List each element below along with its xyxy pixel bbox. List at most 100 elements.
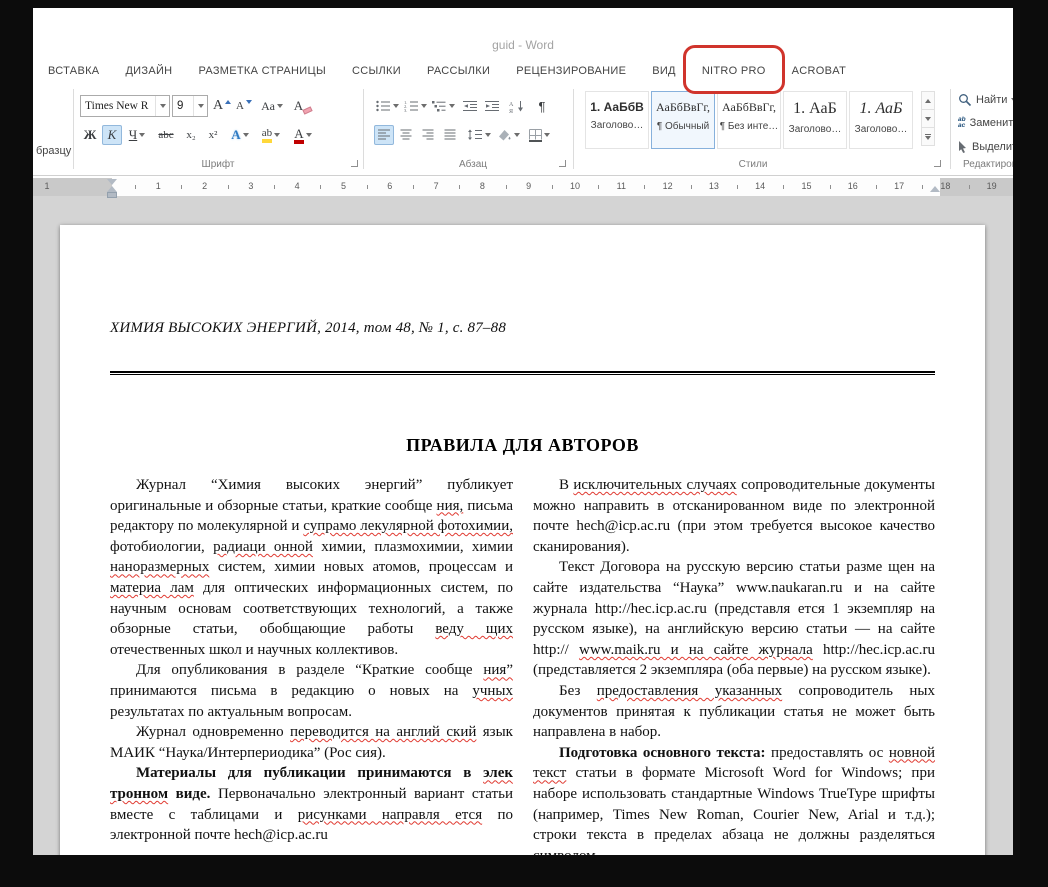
style-card[interactable]: 1. АаБбВ Заголово… (585, 91, 649, 149)
style-card[interactable]: АаБбВвГг, ¶ Без инте… (717, 91, 781, 149)
title-bar[interactable]: guid - Word (33, 8, 1013, 58)
ruler[interactable]: 1 1 2 3 4 5 6 7 8 9 10 11 12 13 14 15 16 17 18 19 (33, 178, 1013, 198)
svg-text:Я: Я (509, 109, 513, 113)
spellcheck-flagged-text: переводится на англий ский (290, 724, 477, 741)
style-card[interactable]: АаБбВвГг, ¶ Обычный (651, 91, 715, 149)
tab-дизайн[interactable]: ДИЗАЙН (112, 58, 185, 85)
first-line-indent-marker[interactable] (107, 179, 117, 185)
pilcrow-glyph: ¶ (538, 98, 546, 114)
style-label: Заголово… (590, 120, 644, 131)
paragraph-marks-button[interactable]: ¶ (532, 96, 552, 116)
align-center-icon (400, 129, 411, 140)
document-title: ПРАВИЛА ДЛЯ АВТОРОВ (406, 435, 639, 455)
style-card[interactable]: 1. АаБ Заголово… (783, 91, 847, 149)
styles-scroll-up-button[interactable] (921, 91, 935, 110)
style-label: ¶ Без инте… (719, 121, 779, 132)
superscript-button[interactable]: x² (203, 125, 223, 145)
ruler-number: 7 (433, 181, 439, 191)
spellcheck-flagged-text: предоставления указанных (596, 682, 783, 699)
cursor-arrow-icon (959, 141, 966, 153)
ruler-number: 11 (616, 181, 626, 191)
styles-scrollbar (921, 91, 935, 146)
grow-font-button[interactable]: А (212, 96, 232, 116)
tab-nitro-pro[interactable]: NITRO PRO (682, 45, 785, 94)
font-size-combo[interactable]: 9 (172, 95, 208, 117)
group-separator (573, 89, 574, 169)
tab-рецензирование[interactable]: РЕЦЕНЗИРОВАНИЕ (503, 58, 639, 85)
line-spacing-button[interactable] (466, 125, 492, 145)
tab-вид[interactable]: ВИД (639, 58, 689, 85)
justify-button[interactable] (440, 125, 460, 145)
font-name-combo[interactable]: Times New R (80, 95, 170, 117)
change-case-button[interactable]: Аа (258, 96, 286, 116)
style-label: Заголово… (854, 124, 908, 135)
group-separator (950, 89, 951, 169)
chevron-down-icon (543, 133, 550, 137)
subscript-button[interactable]: x₂ (181, 125, 201, 145)
shrink-font-button[interactable]: А (234, 96, 254, 116)
bullet-list-button[interactable] (374, 96, 400, 116)
font-color-button[interactable]: А (289, 125, 317, 145)
window-title: guid - Word (492, 38, 554, 52)
multilevel-list-button[interactable] (430, 96, 456, 116)
clear-formatting-button[interactable]: А (290, 96, 316, 116)
text-highlight-button[interactable]: ab (257, 125, 285, 145)
multilevel-list-icon (431, 101, 445, 112)
bold-button[interactable]: Ж (80, 125, 100, 145)
ruler-tick (459, 185, 461, 189)
ruler-tick (598, 185, 600, 189)
align-center-button[interactable] (396, 125, 416, 145)
ribbon: бразцу Times New R 9 А А Аа А Ж К Ч abc … (33, 85, 1013, 176)
increase-indent-button[interactable] (482, 96, 502, 116)
font-name-dropdown[interactable] (155, 96, 169, 116)
shading-button[interactable] (496, 125, 522, 145)
word-window: guid - Word ВСТАВКА ДИЗАЙН РАЗМЕТКА СТРАНИ… (33, 8, 1013, 855)
replace-button[interactable]: ab ac Заменить (958, 113, 1013, 133)
spellcheck-flagged-text: ния, (436, 497, 464, 514)
font-size-dropdown[interactable] (193, 96, 207, 116)
left-indent-marker[interactable] (107, 192, 117, 198)
numbered-list-button[interactable]: 1. 2. 3. (402, 96, 428, 116)
tab-ссылки[interactable]: ССЫЛКИ (339, 58, 414, 85)
italic-button[interactable]: К (102, 125, 122, 145)
decrease-indent-button[interactable] (460, 96, 480, 116)
format-painter-label-fragment[interactable]: бразцу (36, 145, 71, 157)
tab-разметка-страницы[interactable]: РАЗМЕТКА СТРАНИЦЫ (185, 58, 339, 85)
underline-button[interactable]: Ч (124, 125, 150, 145)
tab-acrobat[interactable]: ACROBAT (779, 58, 859, 85)
text-run: химии, плазмохимии, химии (312, 538, 513, 555)
paragraph: В исключительных случаях сопроводительны… (533, 475, 935, 557)
text-run: систем, химии новых атомов, процессам и (209, 559, 513, 576)
align-right-button[interactable] (418, 125, 438, 145)
align-left-icon (377, 129, 390, 140)
style-card[interactable]: 1. АаБ Заголово… (849, 91, 913, 149)
shrink-font-glyph: А (236, 100, 244, 112)
sort-button[interactable]: АЯ (506, 96, 528, 116)
tab-вставка[interactable]: ВСТАВКА (35, 58, 112, 85)
right-indent-marker[interactable] (930, 186, 940, 192)
ruler-number: 4 (294, 181, 300, 191)
styles-scroll-down-button[interactable] (921, 109, 935, 128)
styles-more-button[interactable] (921, 127, 935, 146)
strikethrough-button[interactable]: abc (153, 125, 179, 145)
paragraph-dialog-launcher[interactable] (559, 160, 566, 167)
borders-button[interactable] (526, 125, 552, 145)
numbered-list-icon: 1.2.3. (404, 100, 418, 112)
ruler-tick (690, 185, 692, 189)
text-effects-button[interactable]: А (227, 125, 253, 145)
font-dialog-launcher[interactable] (351, 160, 358, 167)
text-run: отечественных школ и научных коллективов… (110, 641, 399, 658)
styles-dialog-launcher[interactable] (934, 160, 941, 167)
sort-icon: АЯ (509, 100, 523, 113)
spellcheck-flagged-text: ния” (483, 662, 513, 679)
ruler-number: 1 (155, 181, 161, 191)
replace-label: Заменить (969, 117, 1013, 129)
tab-рассылки[interactable]: РАССЫЛКИ (414, 58, 503, 85)
grow-font-glyph: А (213, 98, 224, 113)
document-page[interactable]: ХИМИЯ ВЫСОКИХ ЭНЕРГИЙ, 2014, том 48, № 1… (60, 225, 985, 855)
editing-group-label: Редактирование (963, 159, 1013, 170)
find-button[interactable]: Найти (958, 90, 1013, 110)
align-left-button[interactable] (374, 125, 394, 145)
ruler-tick (505, 185, 507, 189)
select-button[interactable]: Выделить (958, 137, 1013, 157)
